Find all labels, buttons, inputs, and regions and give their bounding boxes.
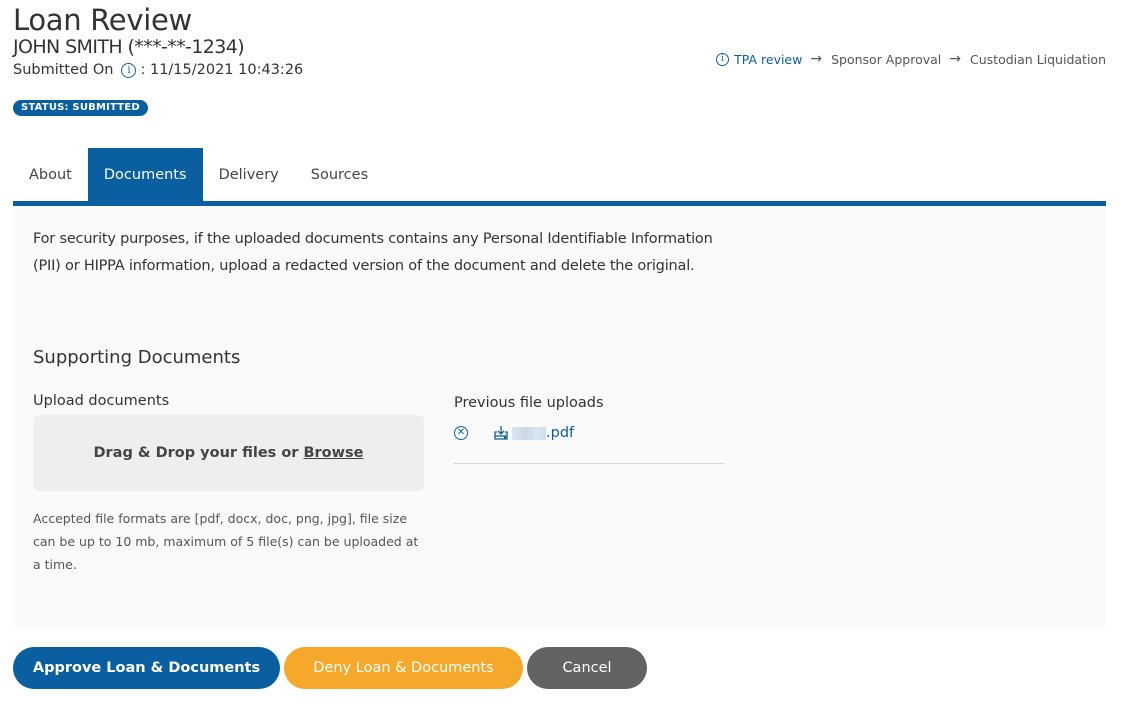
file-item: ✕ .pdf — [454, 424, 574, 442]
security-notice: For security purposes, if the uploaded d… — [33, 231, 713, 274]
file-download-link[interactable]: .pdf — [492, 424, 574, 442]
arrow-right-icon: → — [949, 51, 962, 67]
deny-button[interactable]: Deny Loan & Documents — [284, 647, 523, 689]
submitted-value: : 11/15/2021 10:43:26 — [140, 62, 304, 78]
workflow-steps: i TPA review → Sponsor Approval → Custod… — [716, 51, 1106, 67]
cancel-button[interactable]: Cancel — [527, 647, 647, 689]
divider — [454, 463, 725, 464]
accepted-formats-note: Accepted file formats are [pdf, docx, do… — [33, 511, 419, 572]
remove-file-icon[interactable]: ✕ — [454, 426, 468, 440]
workflow-step-custodian-liquidation: Custodian Liquidation — [970, 51, 1106, 67]
tab-bar: About Documents Delivery Sources — [13, 148, 384, 202]
workflow-step-label: TPA review — [734, 51, 803, 67]
tab-documents[interactable]: Documents — [87, 148, 203, 202]
browse-link[interactable]: Browse — [303, 445, 363, 461]
section-title: Supporting Documents — [33, 347, 241, 368]
previous-uploads-label: Previous file uploads — [454, 395, 604, 411]
arrow-right-icon: → — [810, 51, 823, 67]
info-icon: i — [716, 52, 730, 66]
workflow-step-sponsor-approval: Sponsor Approval — [831, 51, 942, 67]
status-badge: STATUS: SUBMITTED — [13, 100, 148, 116]
page-title: Loan Review — [13, 3, 192, 37]
workflow-step-tpa-review: i TPA review — [716, 52, 802, 67]
file-extension: .pdf — [546, 425, 575, 441]
file-dropzone[interactable]: Drag & Drop your files or Browse — [33, 415, 424, 491]
upload-label: Upload documents — [33, 393, 170, 409]
approve-button[interactable]: Approve Loan & Documents — [13, 647, 280, 689]
tab-about[interactable]: About — [13, 148, 88, 202]
documents-panel: For security purposes, if the uploaded d… — [13, 206, 1106, 627]
redacted-filename — [512, 426, 546, 440]
action-buttons: Approve Loan & Documents Deny Loan & Doc… — [13, 647, 647, 689]
tab-delivery[interactable]: Delivery — [203, 148, 295, 202]
tab-sources[interactable]: Sources — [295, 148, 384, 202]
borrower-name: JOHN SMITH (***-**-1234) — [13, 36, 245, 58]
submitted-on: Submitted On i : 11/15/2021 10:43:26 — [13, 62, 303, 78]
dropzone-text: Drag & Drop your files or — [93, 445, 299, 461]
submitted-label: Submitted On — [13, 62, 114, 78]
download-icon — [494, 426, 508, 440]
info-icon[interactable]: i — [121, 62, 137, 78]
